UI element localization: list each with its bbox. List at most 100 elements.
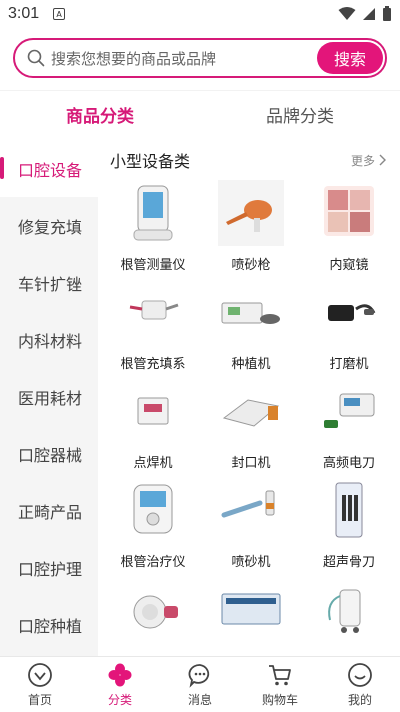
sandblaster-icon (221, 490, 275, 518)
home-icon (28, 662, 52, 687)
product-image (120, 477, 186, 543)
endoscope-icon (324, 186, 374, 236)
product-item[interactable]: 喷砂枪 (204, 180, 298, 279)
product-image (316, 279, 382, 345)
product-image (120, 279, 186, 345)
electrosurgical-unit-icon (324, 393, 375, 428)
product-name: 喷砂机 (231, 555, 271, 570)
category-tabs: 商品分类 品牌分类 (0, 90, 400, 138)
sandblast-gun-icon (226, 200, 272, 232)
product-image (316, 180, 382, 246)
product-image (218, 477, 284, 543)
implant-motor-icon (221, 302, 280, 324)
sidebar-item-medical-consumables[interactable]: 医用耗材 (0, 368, 98, 425)
product-image (316, 378, 382, 444)
product-item[interactable]: 高频电刀 (302, 378, 396, 477)
spot-welder-icon (137, 397, 169, 425)
product-image (120, 378, 186, 444)
product-item[interactable]: 点焊机 (106, 378, 200, 477)
sealing-machine-icon (222, 399, 280, 427)
tab-brand-category[interactable]: 品牌分类 (200, 91, 400, 138)
product-item[interactable]: 根管测量仪 (106, 180, 200, 279)
product-image (218, 378, 284, 444)
apex-locator-icon (133, 185, 173, 241)
endo-motor-icon (133, 484, 173, 534)
product-name: 根管治疗仪 (120, 555, 186, 570)
suction-unit-icon (328, 589, 361, 633)
more-link[interactable]: 更多 (351, 152, 386, 169)
nav-home[interactable]: 首页 (0, 657, 80, 712)
product-item[interactable]: 根管治疗仪 (106, 477, 200, 576)
product-name: 点焊机 (133, 456, 173, 471)
product-item[interactable] (204, 576, 298, 656)
notification-icon: A (53, 8, 66, 20)
product-name: 喷砂枪 (231, 258, 271, 273)
category-content: 小型设备类 更多 根管测量仪 喷砂枪 内窥镜 根管充填系 种植机 打磨机 点焊机… (98, 140, 400, 656)
status-bar: 3:01 A (0, 0, 400, 28)
category-sidebar: 口腔设备 修复充填 车针扩锉 内科材料 医用耗材 口腔器械 正畸产品 口腔护理 … (0, 140, 98, 656)
wifi-icon (338, 7, 356, 20)
chevron-right-icon (379, 154, 386, 166)
product-image (218, 279, 284, 345)
product-name: 内窥镜 (329, 258, 369, 273)
status-icons (338, 6, 392, 22)
product-item[interactable]: 根管充填系 (106, 279, 200, 378)
bottom-navigation: 首页 分类 消息 购物车 我的 (0, 656, 400, 712)
sidebar-item-orthodontics[interactable]: 正畸产品 (0, 482, 98, 539)
nav-messages-label: 消息 (187, 692, 212, 707)
sidebar-item-endo-materials[interactable]: 内科材料 (0, 311, 98, 368)
more-label: 更多 (350, 153, 375, 168)
product-item[interactable] (106, 576, 200, 656)
product-image (218, 576, 284, 642)
plaster-vibrator-icon (221, 593, 281, 625)
product-item[interactable]: 种植机 (204, 279, 298, 378)
nav-cart[interactable]: 购物车 (240, 657, 320, 712)
nav-category-label: 分类 (107, 692, 132, 707)
product-item[interactable]: 封口机 (204, 378, 298, 477)
sidebar-item-restoration-filling[interactable]: 修复充填 (0, 197, 98, 254)
product-image (218, 180, 284, 246)
piezo-surgery-icon (335, 482, 363, 538)
sidebar-item-oral-instruments[interactable]: 口腔器械 (0, 425, 98, 482)
category-icon (108, 663, 132, 686)
tab-product-category[interactable]: 商品分类 (0, 91, 200, 138)
product-item[interactable]: 超声骨刀 (302, 477, 396, 576)
product-name: 种植机 (231, 357, 271, 372)
nav-category[interactable]: 分类 (80, 657, 160, 712)
micromotor-icon (328, 304, 376, 321)
profile-icon (348, 662, 372, 687)
battery-icon (383, 6, 391, 21)
nav-profile[interactable]: 我的 (320, 657, 400, 712)
message-icon (188, 663, 210, 688)
section-header: 小型设备类 更多 (98, 140, 400, 180)
search-button[interactable]: 搜索 (317, 42, 383, 74)
product-item[interactable]: 喷砂机 (204, 477, 298, 576)
product-item[interactable]: 打磨机 (302, 279, 396, 378)
nav-cart-label: 购物车 (261, 692, 298, 707)
sidebar-item-implants[interactable]: 口腔种植 (0, 596, 98, 653)
product-image (316, 576, 382, 642)
status-time: 3:01 (8, 5, 40, 22)
product-grid: 根管测量仪 喷砂枪 内窥镜 根管充填系 种植机 打磨机 点焊机 封口机 高频电刀… (98, 180, 400, 656)
nav-profile-label: 我的 (347, 692, 372, 707)
product-item[interactable] (302, 576, 396, 656)
sidebar-item-oral-equipment[interactable]: 口腔设备 (0, 140, 98, 197)
search-bar: 搜索您想要的商品或品牌 搜索 (13, 38, 387, 78)
sidebar-item-oral-care[interactable]: 口腔护理 (0, 539, 98, 596)
obturation-system-icon (129, 300, 179, 320)
product-item[interactable]: 内窥镜 (302, 180, 396, 279)
nav-home-label: 首页 (27, 692, 52, 707)
sidebar-item-burs-files[interactable]: 车针扩锉 (0, 254, 98, 311)
product-image (120, 180, 186, 246)
product-name: 打磨机 (329, 357, 369, 372)
product-name: 高频电刀 (322, 456, 375, 471)
lab-motor-icon (133, 595, 178, 629)
product-name: 根管充填系 (120, 357, 186, 372)
product-image (120, 576, 186, 642)
product-name: 封口机 (231, 456, 271, 471)
product-name: 根管测量仪 (120, 258, 186, 273)
search-icon (27, 49, 45, 67)
nav-messages[interactable]: 消息 (160, 657, 240, 712)
cart-icon (269, 664, 291, 685)
product-name: 超声骨刀 (322, 555, 375, 570)
